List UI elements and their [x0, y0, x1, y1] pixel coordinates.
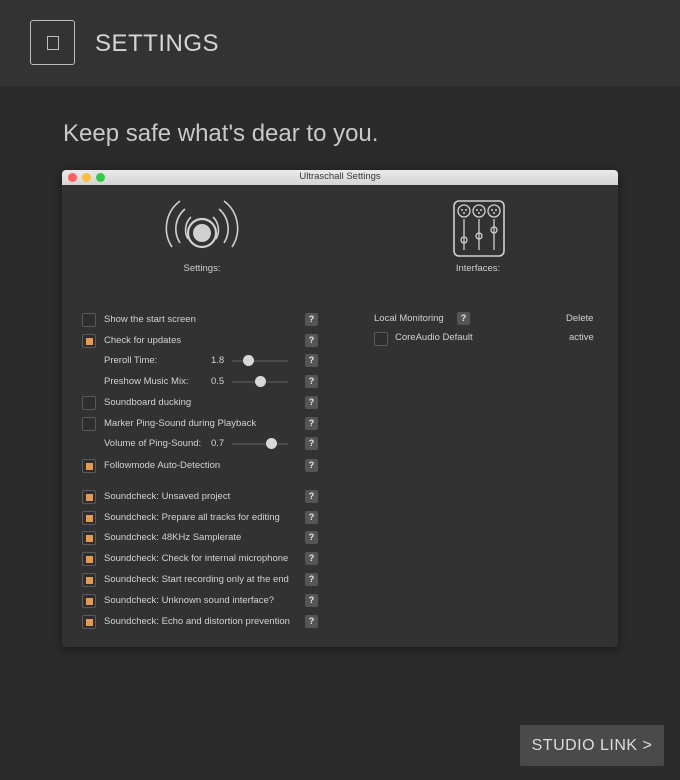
- broadcast-icon[interactable]: [160, 195, 244, 257]
- show-start-screen-label: Show the start screen: [104, 314, 196, 325]
- soundcheck-unsaved-label: Soundcheck: Unsaved project: [104, 491, 231, 502]
- delete-link[interactable]: Delete: [566, 312, 593, 326]
- soundcheck-microphone-label: Soundcheck: Check for internal microphon…: [104, 553, 289, 564]
- soundcheck-prepare-help-button[interactable]: ?: [305, 511, 318, 524]
- soundcheck-samplerate-label: Soundcheck: 48KHz Samplerate: [104, 532, 242, 543]
- page-icon: [30, 20, 75, 65]
- soundcheck-prepare-checkbox[interactable]: [82, 511, 96, 525]
- settings-window: Ultraschall Settings Settings: Interface…: [62, 170, 618, 647]
- preroll-value: 1.8: [211, 355, 225, 366]
- window-titlebar[interactable]: Ultraschall Settings: [62, 170, 618, 185]
- ping-volume-slider[interactable]: [232, 443, 288, 445]
- preroll-slider[interactable]: [232, 360, 288, 362]
- soundcheck-microphone-checkbox[interactable]: [82, 552, 96, 566]
- followmode-label: Followmode Auto-Detection: [104, 460, 221, 471]
- followmode-checkbox[interactable]: [82, 459, 96, 473]
- soundboard-ducking-checkbox[interactable]: [82, 396, 96, 410]
- check-updates-label: Check for updates: [104, 335, 182, 346]
- preshow-slider-handle[interactable]: [254, 376, 266, 387]
- mixer-icon[interactable]: [453, 200, 505, 257]
- ping-volume-help-button[interactable]: ?: [305, 437, 318, 450]
- device-status: active: [569, 332, 594, 343]
- soundcheck-recording-label: Soundcheck: Start recording only at the …: [104, 574, 289, 585]
- soundcheck-echo-checkbox[interactable]: [82, 615, 96, 629]
- studio-link-button[interactable]: STUDIO LINK >: [520, 725, 664, 766]
- soundboard-ducking-label: Soundboard ducking: [104, 397, 192, 408]
- ping-volume-value: 0.7: [211, 438, 225, 449]
- page-title: SETTINGS: [95, 30, 220, 57]
- preshow-value: 0.5: [211, 376, 225, 387]
- marker-ping-label: Marker Ping-Sound during Playback: [104, 418, 257, 429]
- show-start-screen-checkbox[interactable]: [82, 313, 96, 327]
- marker-ping-checkbox[interactable]: [82, 417, 96, 431]
- preroll-slider-handle[interactable]: [243, 355, 255, 366]
- interfaces-section-label: Interfaces:: [455, 263, 501, 274]
- window-title: Ultraschall Settings: [299, 171, 381, 182]
- soundcheck-echo-help-button[interactable]: ?: [305, 615, 318, 628]
- tagline: Keep safe what's dear to you.: [63, 120, 379, 147]
- preshow-help-button[interactable]: ?: [305, 375, 318, 388]
- soundcheck-recording-help-button[interactable]: ?: [305, 573, 318, 586]
- settings-section-label: Settings:: [183, 263, 221, 274]
- soundcheck-unsaved-checkbox[interactable]: [82, 490, 96, 504]
- soundcheck-interface-label: Soundcheck: Unknown sound interface?: [104, 595, 275, 606]
- soundcheck-recording-checkbox[interactable]: [82, 573, 96, 587]
- soundcheck-interface-help-button[interactable]: ?: [305, 594, 318, 607]
- check-updates-help-button[interactable]: ?: [305, 334, 318, 347]
- coreaudio-default-label: CoreAudio Default: [395, 332, 473, 343]
- soundcheck-microphone-help-button[interactable]: ?: [305, 552, 318, 565]
- soundboard-ducking-help-button[interactable]: ?: [305, 396, 318, 409]
- soundcheck-interface-checkbox[interactable]: [82, 594, 96, 608]
- check-updates-checkbox[interactable]: [82, 334, 96, 348]
- local-monitoring-help-button[interactable]: ?: [457, 312, 470, 325]
- ping-volume-label: Volume of Ping-Sound:: [104, 438, 202, 449]
- marker-ping-help-button[interactable]: ?: [305, 417, 318, 430]
- preroll-help-button[interactable]: ?: [305, 354, 318, 367]
- soundcheck-unsaved-help-button[interactable]: ?: [305, 490, 318, 503]
- followmode-help-button[interactable]: ?: [305, 459, 318, 472]
- ping-volume-slider-handle[interactable]: [265, 438, 277, 449]
- soundcheck-prepare-label: Soundcheck: Prepare all tracks for editi…: [104, 512, 280, 523]
- preshow-label: Preshow Music Mix:: [104, 376, 189, 387]
- soundcheck-samplerate-checkbox[interactable]: [82, 531, 96, 545]
- coreaudio-default-checkbox[interactable]: [374, 332, 388, 346]
- soundcheck-samplerate-help-button[interactable]: ?: [305, 531, 318, 544]
- show-start-screen-help-button[interactable]: ?: [305, 313, 318, 326]
- local-monitoring-label: Local Monitoring: [374, 313, 444, 324]
- app-header: SETTINGS: [0, 0, 680, 86]
- soundcheck-echo-label: Soundcheck: Echo and distortion preventi…: [104, 616, 290, 627]
- preroll-label: Preroll Time:: [104, 355, 158, 366]
